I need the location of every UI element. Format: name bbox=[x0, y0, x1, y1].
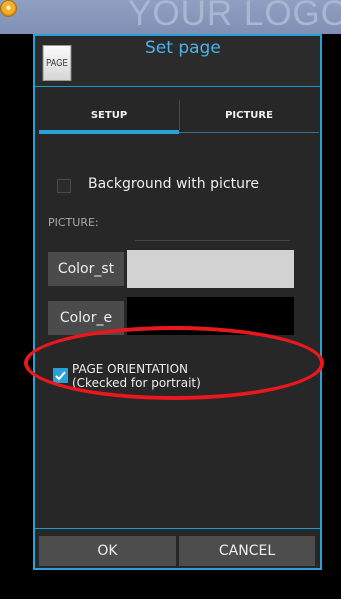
dialog-header: PAGE Set page bbox=[35, 36, 320, 87]
background-picture-label: Background with picture bbox=[88, 176, 260, 192]
page-orientation-hint: (Ckecked for portrait) bbox=[72, 376, 201, 390]
set-page-dialog: PAGE Set page SETUP PICTURE Background w… bbox=[24, 34, 324, 570]
page-orientation-option[interactable]: PAGE ORIENTATION (Ckecked for portrait) bbox=[53, 359, 313, 395]
page-orientation-checkbox[interactable] bbox=[53, 368, 68, 383]
page-icon: PAGE bbox=[42, 45, 72, 81]
tab-selected-indicator bbox=[39, 130, 179, 134]
tab-underline bbox=[179, 132, 319, 133]
color-start-swatch[interactable] bbox=[127, 250, 294, 288]
picture-section-label: PICTURE: bbox=[48, 216, 99, 229]
tab-setup[interactable]: SETUP bbox=[39, 96, 179, 134]
color-start-button[interactable]: Color_st bbox=[48, 252, 124, 286]
page-orientation-label: PAGE ORIENTATION (Ckecked for portrait) bbox=[72, 362, 201, 390]
dialog-title: Set page bbox=[145, 38, 221, 58]
page-orientation-title: PAGE ORIENTATION bbox=[72, 362, 189, 376]
background-picture-checkbox[interactable] bbox=[57, 179, 71, 193]
app-orange-circle-icon[interactable] bbox=[1, 1, 16, 16]
color-end-button[interactable]: Color_e bbox=[48, 301, 124, 335]
logo-text: YOUR LOGO bbox=[128, 0, 341, 33]
top-bar: YOUR LOGO bbox=[0, 0, 341, 34]
footer-divider bbox=[35, 528, 320, 529]
tab-picture[interactable]: PICTURE bbox=[179, 96, 319, 134]
tab-bar: SETUP PICTURE bbox=[39, 96, 319, 134]
checkmark-icon bbox=[55, 371, 66, 381]
picture-divider bbox=[135, 240, 290, 241]
cancel-button[interactable]: CANCEL bbox=[179, 536, 315, 566]
ok-button[interactable]: OK bbox=[39, 536, 176, 566]
color-end-swatch[interactable] bbox=[127, 297, 294, 335]
